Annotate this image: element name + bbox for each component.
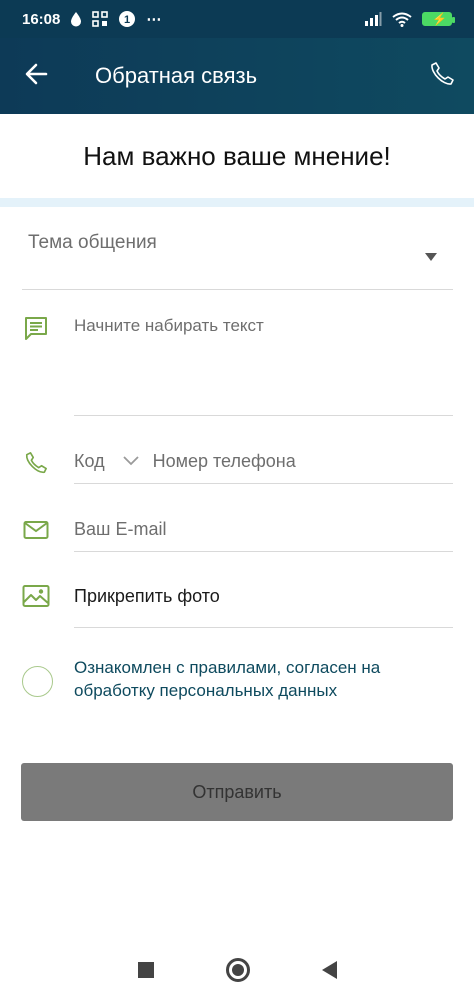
chevron-down-icon — [122, 453, 139, 471]
email-icon — [22, 516, 50, 544]
system-nav-bar — [0, 940, 474, 1000]
country-code-select[interactable]: Код — [74, 440, 153, 483]
email-field — [74, 508, 453, 552]
recents-icon[interactable] — [137, 962, 154, 978]
app-badge-icon: 1 — [118, 10, 136, 28]
back-button[interactable] — [0, 38, 72, 114]
submit-button[interactable]: Отправить — [21, 763, 453, 821]
status-time: 16:08 — [22, 10, 61, 28]
consent-checkbox[interactable] — [22, 666, 53, 697]
battery-charging-icon: ⚡ — [422, 12, 455, 26]
consent-row: Ознакомлен с правилами, согласен на обра… — [22, 656, 453, 716]
phone-field-icon — [22, 449, 50, 477]
status-bar: 16:08 1 ⋯ ⚡ — [0, 0, 474, 38]
headline: Нам важно ваше мнение! — [83, 140, 391, 171]
image-icon — [22, 582, 50, 610]
message-input[interactable] — [74, 306, 453, 415]
nav-back-icon[interactable] — [321, 961, 337, 979]
page-title: Обратная связь — [95, 63, 258, 88]
svg-text:1: 1 — [124, 14, 130, 26]
home-icon[interactable] — [225, 958, 250, 982]
topic-dropdown-label: Тема общения — [28, 232, 157, 253]
email-input[interactable] — [74, 508, 453, 551]
topic-dropdown[interactable]: Тема общения — [22, 220, 453, 290]
more-icon: ⋯ — [146, 11, 164, 28]
call-button[interactable] — [410, 38, 474, 114]
app-bar: Обратная связь — [0, 38, 474, 114]
drop-icon — [70, 11, 82, 27]
grid-icon — [92, 11, 109, 27]
dropdown-arrow-icon — [425, 253, 437, 261]
country-code-label: Код — [74, 451, 105, 471]
phone-number-input[interactable] — [152, 451, 453, 472]
phone-field: Код — [74, 440, 453, 484]
home-icon-dot — [231, 964, 244, 976]
message-field[interactable] — [74, 306, 453, 416]
wifi-icon — [392, 12, 412, 27]
attach-photo-button[interactable]: Прикрепить фото — [74, 576, 453, 628]
message-icon — [22, 314, 50, 342]
phone-icon — [429, 61, 455, 92]
attach-photo-label: Прикрепить фото — [74, 586, 220, 606]
headline-divider — [0, 198, 474, 207]
signal-icon — [364, 12, 382, 26]
arrow-left-icon — [24, 62, 48, 91]
consent-text: Ознакомлен с правилами, согласен на обра… — [74, 658, 381, 700]
